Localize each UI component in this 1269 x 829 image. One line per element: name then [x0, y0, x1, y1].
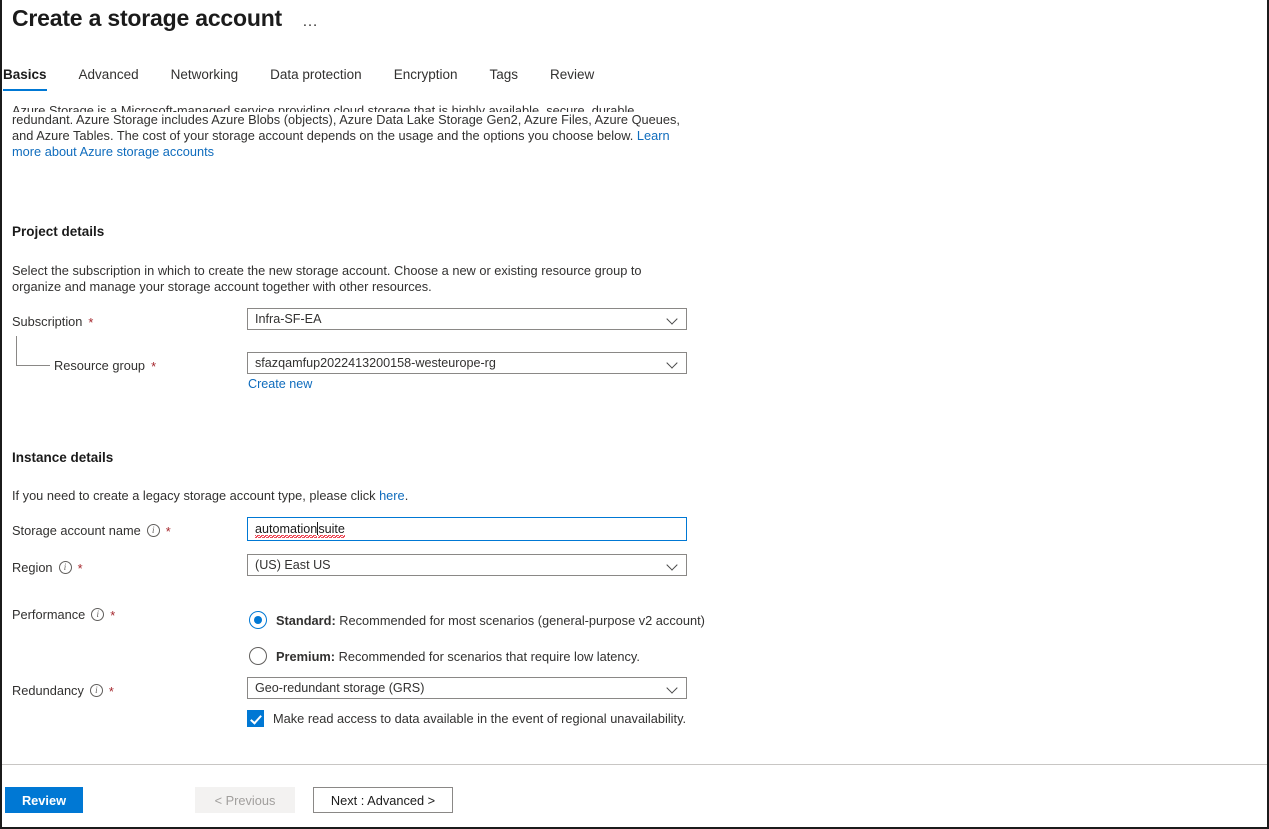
instance-details-heading: Instance details [12, 450, 114, 465]
performance-option-standard-label: Standard: Recommended for most scenarios… [276, 613, 705, 628]
chevron-down-icon [668, 358, 678, 368]
performance-label-text: Performance [12, 607, 86, 622]
performance-option-premium[interactable]: Premium: Recommended for scenarios that … [249, 647, 640, 665]
performance-label: Performance i * [12, 607, 115, 622]
radio-selected-icon[interactable] [249, 611, 267, 629]
tab-review[interactable]: Review [534, 64, 610, 86]
region-required-mark: * [77, 561, 83, 577]
storage-account-name-label-text: Storage account name [12, 523, 141, 538]
performance-required-mark: * [110, 608, 116, 624]
blade-intro-text: Azure Storage is a Microsoft-managed ser… [12, 103, 688, 160]
performance-option-premium-label: Premium: Recommended for scenarios that … [276, 649, 640, 664]
legacy-note-before: If you need to create a legacy storage a… [12, 488, 380, 503]
resource-group-value: sfazqamfup2022413200158-westeurope-rg [255, 356, 496, 370]
resource-group-required-mark: * [151, 359, 157, 375]
chevron-down-icon [668, 314, 678, 324]
region-label: Region i * [12, 560, 83, 575]
legacy-here-link[interactable]: here [379, 488, 405, 503]
radio-unselected-icon[interactable] [249, 647, 267, 665]
subscription-select[interactable]: Infra-SF-EA [247, 308, 687, 330]
resource-group-select[interactable]: sfazqamfup2022413200158-westeurope-rg [247, 352, 687, 374]
project-details-description: Select the subscription in which to crea… [12, 263, 642, 294]
create-storage-account-blade: Create a storage account … Basics Advanc… [0, 0, 1269, 829]
info-icon[interactable]: i [58, 561, 72, 574]
performance-option-premium-text: Recommended for scenarios that require l… [335, 648, 640, 664]
blade-header: Create a storage account … [12, 3, 322, 33]
tab-networking[interactable]: Networking [155, 64, 255, 86]
create-new-resource-group-link[interactable]: Create new [248, 377, 312, 391]
subscription-required-mark: * [88, 315, 94, 331]
resource-group-tree-connector [16, 336, 50, 366]
storage-account-name-value-part2: suite [318, 522, 345, 538]
read-access-checkbox-row[interactable]: Make read access to data available in th… [247, 710, 686, 727]
tab-data-protection[interactable]: Data protection [254, 64, 378, 86]
redundancy-value: Geo-redundant storage (GRS) [255, 681, 425, 695]
redundancy-select[interactable]: Geo-redundant storage (GRS) [247, 677, 687, 699]
subscription-label: Subscription * [12, 314, 93, 329]
tab-advanced[interactable]: Advanced [63, 64, 155, 86]
region-value: (US) East US [255, 558, 331, 572]
checkbox-checked-icon[interactable] [247, 710, 264, 727]
info-icon[interactable]: i [89, 684, 103, 697]
resource-group-label: Resource group * [54, 358, 156, 373]
next-advanced-button[interactable]: Next : Advanced > [313, 787, 453, 813]
read-access-checkbox-label: Make read access to data available in th… [273, 711, 687, 726]
more-options-icon[interactable]: … [300, 14, 322, 30]
region-label-text: Region [12, 560, 53, 575]
performance-option-standard-text: Recommended for most scenarios (general-… [335, 612, 705, 628]
subscription-label-text: Subscription [12, 314, 83, 329]
storage-account-name-label: Storage account name i * [12, 523, 171, 538]
redundancy-required-mark: * [108, 684, 114, 700]
redundancy-label-text: Redundancy [12, 683, 84, 698]
storage-account-name-value: automationsuite [255, 522, 345, 538]
footer-divider [2, 764, 1267, 765]
performance-option-standard-bold: Standard: [276, 612, 336, 628]
resource-group-label-text: Resource group [54, 358, 146, 373]
chevron-down-icon [668, 560, 678, 570]
intro-body: redundant. Azure Storage includes Azure … [12, 112, 680, 143]
previous-button: < Previous [195, 787, 295, 813]
page-title: Create a storage account [12, 5, 283, 31]
legacy-note-after: . [404, 488, 409, 503]
tab-tags[interactable]: Tags [473, 64, 534, 86]
info-icon[interactable]: i [91, 608, 105, 621]
region-select[interactable]: (US) East US [247, 554, 687, 576]
tab-basics[interactable]: Basics [3, 64, 63, 91]
subscription-value: Infra-SF-EA [255, 312, 322, 326]
storage-account-name-required-mark: * [165, 524, 171, 540]
intro-clipped-line: Azure Storage is a Microsoft-managed ser… [12, 103, 638, 112]
tab-encryption[interactable]: Encryption [378, 64, 474, 86]
performance-option-standard[interactable]: Standard: Recommended for most scenarios… [249, 611, 705, 629]
performance-option-premium-bold: Premium: [276, 648, 336, 664]
legacy-storage-note: If you need to create a legacy storage a… [12, 488, 688, 504]
redundancy-label: Redundancy i * [12, 683, 114, 698]
storage-account-name-input[interactable]: automationsuite [247, 517, 687, 541]
project-details-heading: Project details [12, 224, 105, 239]
review-button[interactable]: Review [5, 787, 83, 813]
wizard-tabs: Basics Advanced Networking Data protecti… [2, 64, 610, 94]
storage-account-name-value-part1: automation [255, 522, 318, 538]
chevron-down-icon [668, 683, 678, 693]
info-icon[interactable]: i [146, 524, 160, 537]
